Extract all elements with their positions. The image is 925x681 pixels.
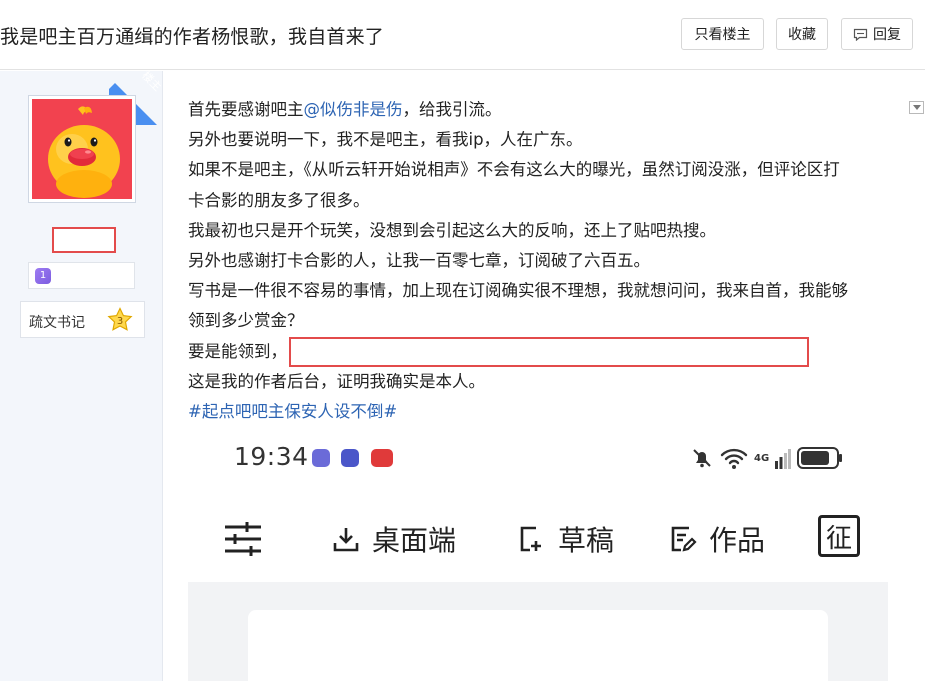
phone-status-icons: 4G xyxy=(690,443,843,473)
post-body: 首先要感谢吧主@似伤非是伤，给我引流。 另外也要说明一下，我不是吧主，看我ip，… xyxy=(188,95,903,428)
hashtag-link[interactable]: #起点吧吧主保安人设不倒# xyxy=(188,402,397,421)
nav-recruit[interactable]: 征 xyxy=(818,515,860,557)
member-tag-name: 疏文书记 xyxy=(29,315,85,331)
post-line: 写书是一件很不容易的事情，加上现在订阅确实很不理想，我就想问问，我来自首，我能够 xyxy=(188,281,848,301)
nav-draft-label: 草稿 xyxy=(558,524,615,557)
phone-status-bar: 19:34 4G xyxy=(188,425,888,491)
author-backend-screenshot[interactable]: 19:34 4G 桌面端 草稿 作品 征 xyxy=(188,425,888,681)
post-options-dropdown[interactable] xyxy=(909,101,924,114)
reply-label: 回复 xyxy=(873,27,901,43)
level-icon: 1 xyxy=(35,268,51,284)
op-badge-label: 楼主 xyxy=(139,71,163,94)
phone-toolbar: 桌面端 草稿 作品 征 xyxy=(188,511,888,561)
phone-time: 19:34 xyxy=(234,442,309,471)
app-notification-icon xyxy=(341,449,359,467)
duck-avatar-image xyxy=(32,99,132,199)
thread-title: 我是吧主百万通缉的作者杨恨歌，我自首来了 xyxy=(0,26,385,48)
star-level-number: 3 xyxy=(117,316,123,327)
filter-sliders-icon[interactable] xyxy=(223,519,263,559)
post-line: 首先要感谢吧主@似伤非是伤，给我引流。 xyxy=(188,100,502,119)
add-document-icon xyxy=(520,526,541,552)
post-line: 卡合影的朋友多了很多。 xyxy=(188,190,370,210)
post-line: 这是我的作者后台，证明我确实是本人。 xyxy=(188,372,485,392)
post-line: 如果不是吧主，《从听云轩开始说相声》不会有这么大的曝光，虽然订阅没涨，但评论区打 xyxy=(188,160,840,180)
nav-recruit-label: 征 xyxy=(825,523,852,554)
comment-icon xyxy=(853,28,868,41)
user-mention-link[interactable]: @似伤非是伤 xyxy=(304,100,403,119)
only-op-button[interactable]: 只看楼主 xyxy=(681,18,764,50)
post-line: 另外也要说明一下，我不是吧主，看我ip，人在广东。 xyxy=(188,130,583,150)
app-notification-icon xyxy=(312,449,330,467)
download-icon xyxy=(333,528,359,552)
post-line: 要是能领到， xyxy=(188,337,903,368)
username-redacted[interactable] xyxy=(52,227,116,253)
author-panel: 楼主 1 疏文书记 3 xyxy=(0,71,163,681)
post-line: 另外也感谢打卡合影的人，让我一百零七章，订阅破了六百五。 xyxy=(188,251,650,271)
post-line: 领到多少赏金？ xyxy=(188,311,304,331)
avatar[interactable] xyxy=(28,95,136,203)
network-type: 4G xyxy=(754,452,770,464)
redacted-text-box xyxy=(289,337,809,368)
post-line: #起点吧吧主保安人设不倒# xyxy=(188,397,903,427)
nav-desktop-label: 桌面端 xyxy=(372,524,457,557)
level-badge-row: 1 xyxy=(28,262,135,289)
post-line: 我最初也只是开个玩笑，没想到会引起这么大的反响，还上了贴吧热搜。 xyxy=(188,220,716,240)
thread-header: 我是吧主百万通缉的作者杨恨歌，我自首来了 只看楼主 收藏 回复 xyxy=(0,0,925,70)
signal-icon xyxy=(775,449,792,469)
edit-document-icon xyxy=(671,526,697,552)
favorite-button[interactable]: 收藏 xyxy=(776,18,828,50)
reply-button[interactable]: 回复 xyxy=(841,18,913,50)
nav-works-label: 作品 xyxy=(709,524,766,557)
member-tag[interactable]: 疏文书记 3 xyxy=(20,301,145,338)
nav-draft[interactable]: 草稿 xyxy=(518,519,614,559)
phone-content-card xyxy=(248,610,828,681)
nav-desktop[interactable]: 桌面端 xyxy=(332,519,456,559)
star-level-icon: 3 xyxy=(107,307,133,331)
bell-muted-icon xyxy=(693,449,711,468)
phone-content-area xyxy=(188,582,888,681)
nav-works[interactable]: 作品 xyxy=(669,519,765,559)
app-notification-icon xyxy=(371,449,393,467)
wifi-icon xyxy=(720,448,748,469)
battery-icon xyxy=(797,447,843,469)
